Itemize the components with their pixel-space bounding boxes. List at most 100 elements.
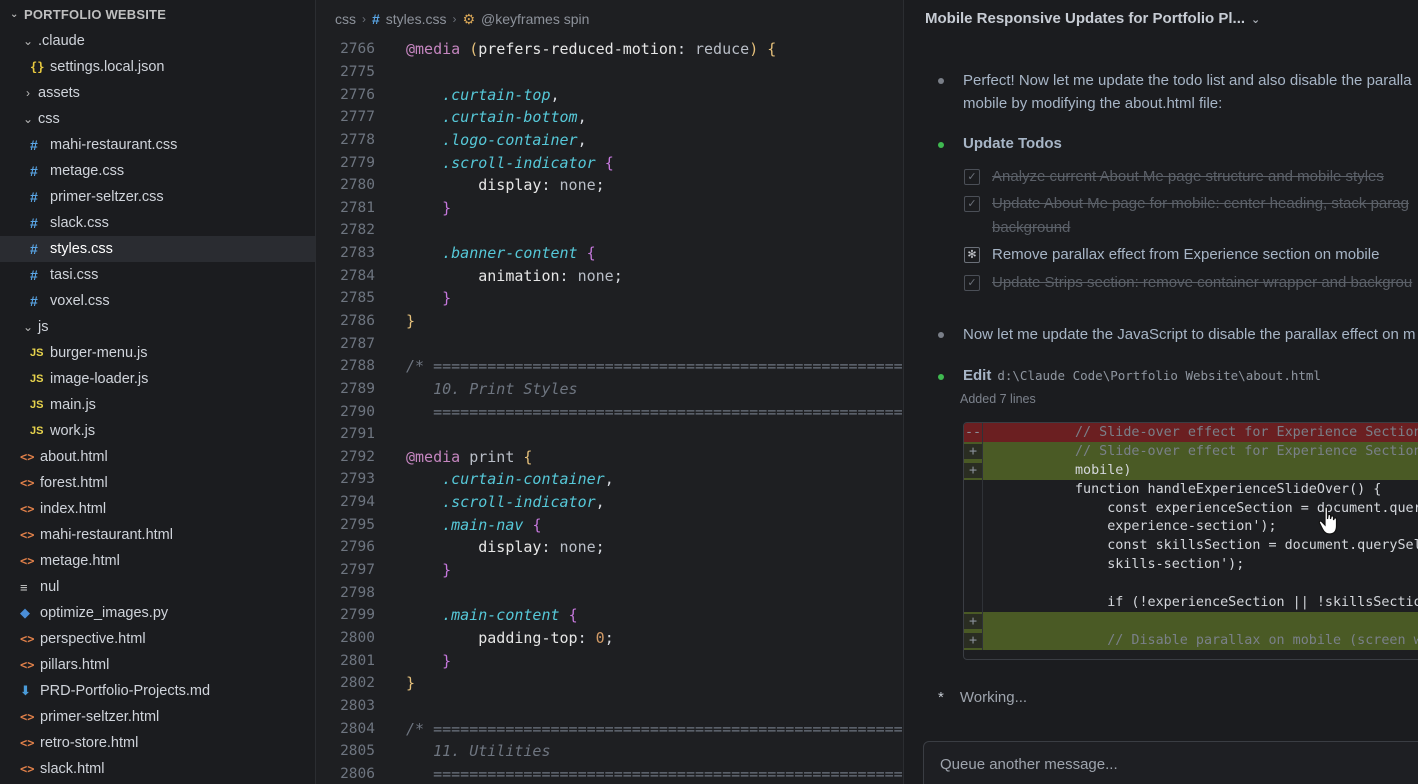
line-content: .main-nav { <box>442 515 542 534</box>
file-item[interactable]: JS main.js <box>0 392 315 418</box>
file-item[interactable]: # mahi-restaurant.css <box>0 132 315 158</box>
message-line: Perfect! Now let me update the todo list… <box>963 72 1412 89</box>
js-file-icon: JS <box>30 399 44 411</box>
assistant-message: Perfect! Now let me update the todo list… <box>963 69 1412 115</box>
diff-marker: + <box>964 462 982 478</box>
line-number: 2766 <box>340 41 375 58</box>
code-line: 2787 <box>317 332 903 355</box>
chevron-down-icon: ⌄ <box>22 112 34 126</box>
diff-gutter <box>982 630 1000 650</box>
chevron-down-icon: ⌄ <box>22 320 34 334</box>
folder-item[interactable]: › assets <box>0 80 315 106</box>
line-number: 2779 <box>340 154 375 171</box>
file-item[interactable]: ◆ optimize_images.py <box>0 600 315 626</box>
breadcrumb-file[interactable]: styles.css <box>386 11 447 27</box>
file-item[interactable]: <> index.html <box>0 496 315 522</box>
file-item[interactable]: JS work.js <box>0 418 315 444</box>
file-item[interactable]: # primer-seltzer.css <box>0 184 315 210</box>
item-label: main.js <box>50 397 96 413</box>
code-line: 2792 @media print { <box>317 446 903 469</box>
file-item[interactable]: # voxel.css <box>0 288 315 314</box>
edit-label: Edit <box>963 367 992 384</box>
edit-file-path[interactable]: d:\Claude Code\Portfolio Website\about.h… <box>997 368 1321 383</box>
code-line: 2788 /* =================================… <box>317 355 903 378</box>
file-item[interactable]: # tasi.css <box>0 262 315 288</box>
line-number: 2781 <box>340 199 375 216</box>
line-number: 2793 <box>340 471 375 488</box>
code-line: 2798 <box>317 581 903 604</box>
file-item[interactable]: ⬇ PRD-Portfolio-Projects.md <box>0 678 315 704</box>
file-item[interactable]: <> primer-seltzer.html <box>0 704 315 730</box>
line-content: /* =====================================… <box>406 357 903 376</box>
todo-line: Update About Me page for mobile: center … <box>992 195 1409 212</box>
file-item[interactable]: JS image-loader.js <box>0 366 315 392</box>
code-line: 2801 } <box>317 649 903 672</box>
diff-line: experience-section'); <box>964 517 1418 537</box>
diff-gutter <box>982 574 1000 594</box>
line-number: 2797 <box>340 562 375 579</box>
explorer-header[interactable]: ⌄ PORTFOLIO WEBSITE <box>0 0 315 28</box>
line-content: .scroll-indicator { <box>442 153 614 172</box>
file-item[interactable]: <> metage.html <box>0 548 315 574</box>
chat-input-box[interactable] <box>923 741 1418 784</box>
working-status: * Working... <box>938 689 1027 706</box>
file-item[interactable]: # metage.css <box>0 158 315 184</box>
line-number: 2786 <box>340 313 375 329</box>
line-number: 2782 <box>340 222 375 239</box>
todo-text: Remove parallax effect from Experience s… <box>992 243 1379 267</box>
css-file-icon: # <box>30 189 38 205</box>
item-label: primer-seltzer.html <box>40 709 160 725</box>
tool-bullet <box>938 142 944 148</box>
item-label: js <box>38 319 49 335</box>
message-input[interactable] <box>940 756 1410 773</box>
line-number: 2788 <box>340 358 375 375</box>
item-label: optimize_images.py <box>40 605 169 621</box>
chat-title[interactable]: Mobile Responsive Updates for Portfolio … <box>925 10 1260 27</box>
line-number: 2783 <box>340 245 375 262</box>
code-area[interactable]: 2766 @media (prefers-reduced-motion: redu… <box>317 38 903 784</box>
code-line: 2790 ===================================… <box>317 400 903 423</box>
diff-gutter <box>982 479 1000 499</box>
diff-marker: + <box>964 632 982 648</box>
line-content <box>375 63 415 81</box>
folder-item[interactable]: ⌄ .claude <box>0 28 315 54</box>
file-item[interactable]: <> slack.html <box>0 756 315 782</box>
js-file-icon: JS <box>30 373 44 385</box>
file-item[interactable]: ≡ nul <box>0 574 315 600</box>
code-line: 2766 @media (prefers-reduced-motion: redu… <box>317 38 903 61</box>
file-item[interactable]: <> mahi-restaurant.html <box>0 522 315 548</box>
chevron-down-icon: ⌄ <box>10 8 19 20</box>
item-label: index.html <box>40 501 107 517</box>
diff-line: const experienceSection = document.query… <box>964 498 1418 518</box>
added-lines-summary: Added 7 lines <box>960 392 1036 406</box>
file-item[interactable]: # styles.css <box>0 236 315 262</box>
file-item[interactable]: {} settings.local.json <box>0 54 315 80</box>
todo-title: Update Todos <box>963 135 1062 152</box>
breadcrumb-folder[interactable]: css <box>335 11 356 27</box>
file-item[interactable]: JS burger-menu.js <box>0 340 315 366</box>
file-item[interactable]: # slack.css <box>0 210 315 236</box>
todo-line: Remove parallax effect from Experience s… <box>992 246 1380 263</box>
diff-text: skills-section'); <box>1075 557 1245 573</box>
python-file-icon: ◆ <box>20 605 30 620</box>
file-item[interactable]: <> retro-store.html <box>0 730 315 756</box>
breadcrumb: css › # styles.css › ⚙ @keyframes spin <box>317 0 903 38</box>
edit-tool-label[interactable]: Edit d:\Claude Code\Portfolio Website\abo… <box>963 367 1321 384</box>
diff-view[interactable]: -- // Slide-over effect for Experience Se… <box>963 422 1418 660</box>
breadcrumb-symbol[interactable]: @keyframes spin <box>481 11 589 27</box>
file-item[interactable]: <> pillars.html <box>0 652 315 678</box>
diff-gutter <box>982 423 1000 442</box>
item-label: forest.html <box>40 475 108 491</box>
code-line: 2804 /* =================================… <box>317 717 903 740</box>
folder-item[interactable]: ⌄ js <box>0 314 315 340</box>
in-progress-icon: ✻ <box>964 247 980 263</box>
item-label: work.js <box>50 423 96 439</box>
file-item[interactable]: <> perspective.html <box>0 626 315 652</box>
diff-text: experience-section'); <box>1075 519 1277 535</box>
diff-gutter <box>982 498 1000 518</box>
working-text: Working... <box>959 689 1028 706</box>
code-line: 2793 .curtain-container, <box>317 468 903 491</box>
folder-item[interactable]: ⌄ css <box>0 106 315 132</box>
file-item[interactable]: <> forest.html <box>0 470 315 496</box>
file-item[interactable]: <> about.html <box>0 444 315 470</box>
